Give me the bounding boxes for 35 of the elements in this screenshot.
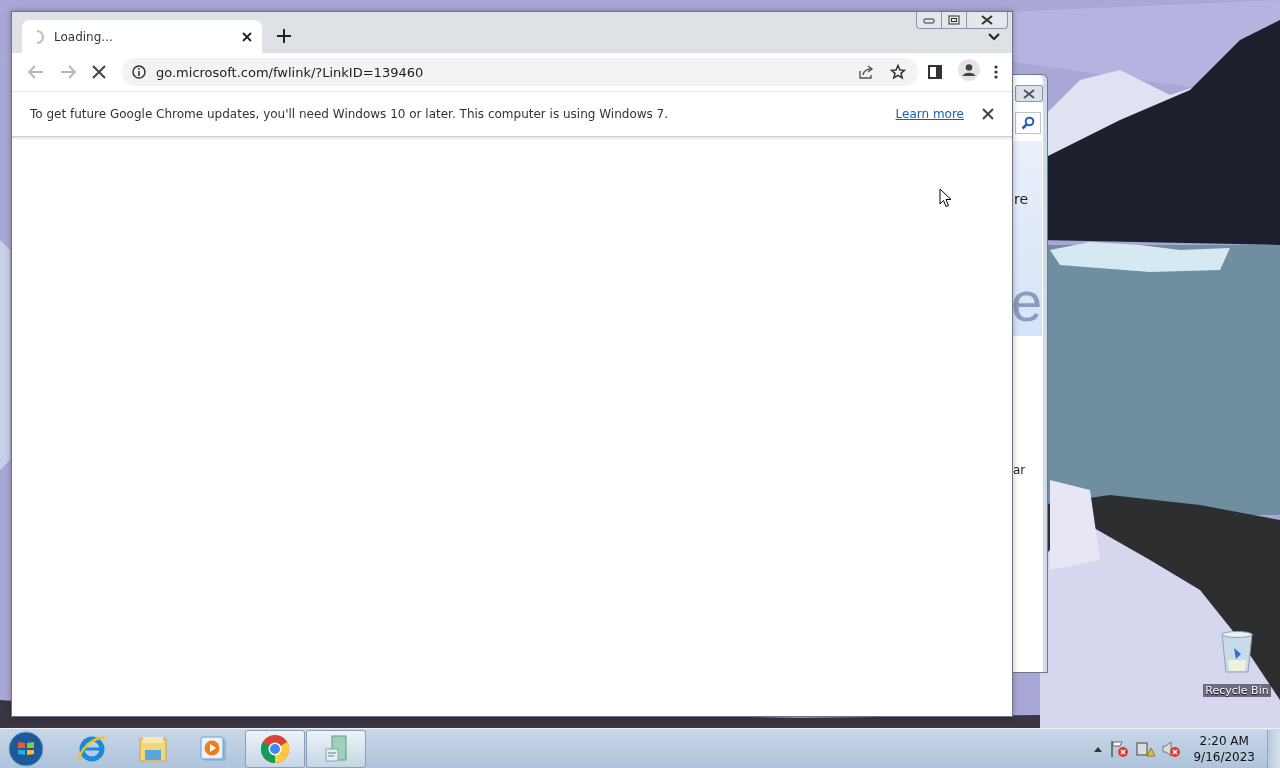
icon-label: Recycle Bin: [1203, 684, 1271, 697]
clock-date[interactable]: 9/16/2023: [1193, 748, 1255, 765]
show-hidden-icons-icon[interactable]: [1093, 745, 1104, 752]
clock-time[interactable]: 2:20 AM: [1199, 732, 1249, 749]
close-icon: [980, 15, 994, 25]
partial-text: ar: [1013, 463, 1026, 477]
side-panel-icon[interactable]: [928, 65, 942, 79]
mouse-pointer-icon: [939, 188, 953, 208]
new-tab-icon[interactable]: [277, 29, 291, 43]
learn-more-link[interactable]: Learn more: [895, 107, 964, 121]
start-button-icon[interactable]: [8, 730, 44, 767]
tab-search-icon[interactable]: [988, 33, 1000, 41]
address-bar[interactable]: go.microsoft.com/fwlink/?LinkID=139460: [122, 58, 918, 86]
menu-icon[interactable]: [994, 65, 998, 79]
flag-error-icon[interactable]: [1109, 739, 1130, 758]
browser-tab[interactable]: Loading...: [22, 20, 262, 53]
chrome-icon: [259, 732, 291, 765]
info-icon[interactable]: [132, 65, 146, 79]
stop-icon[interactable]: [92, 65, 106, 79]
star-icon[interactable]: [890, 64, 906, 80]
partial-text: re: [1014, 191, 1029, 207]
network-warning-icon[interactable]: [1135, 739, 1156, 758]
infobar-message: To get future Google Chrome updates, you'll need Windows 10 or later. This computer is using Windows 7.: [30, 107, 669, 121]
close-icon[interactable]: [982, 108, 994, 120]
taskbar-button[interactable]: [245, 729, 305, 768]
minimize-icon: [923, 16, 935, 24]
recycle-bin-icon[interactable]: [1219, 630, 1255, 674]
tab-title: Loading...: [54, 29, 114, 44]
search-icon[interactable]: [1021, 116, 1035, 130]
speaker-muted-icon[interactable]: [1161, 739, 1182, 758]
restore-icon: [948, 15, 960, 25]
partial-text: e: [1013, 271, 1042, 333]
close-icon[interactable]: [242, 31, 252, 42]
share-icon[interactable]: [858, 64, 874, 80]
profile-icon[interactable]: [958, 59, 980, 81]
